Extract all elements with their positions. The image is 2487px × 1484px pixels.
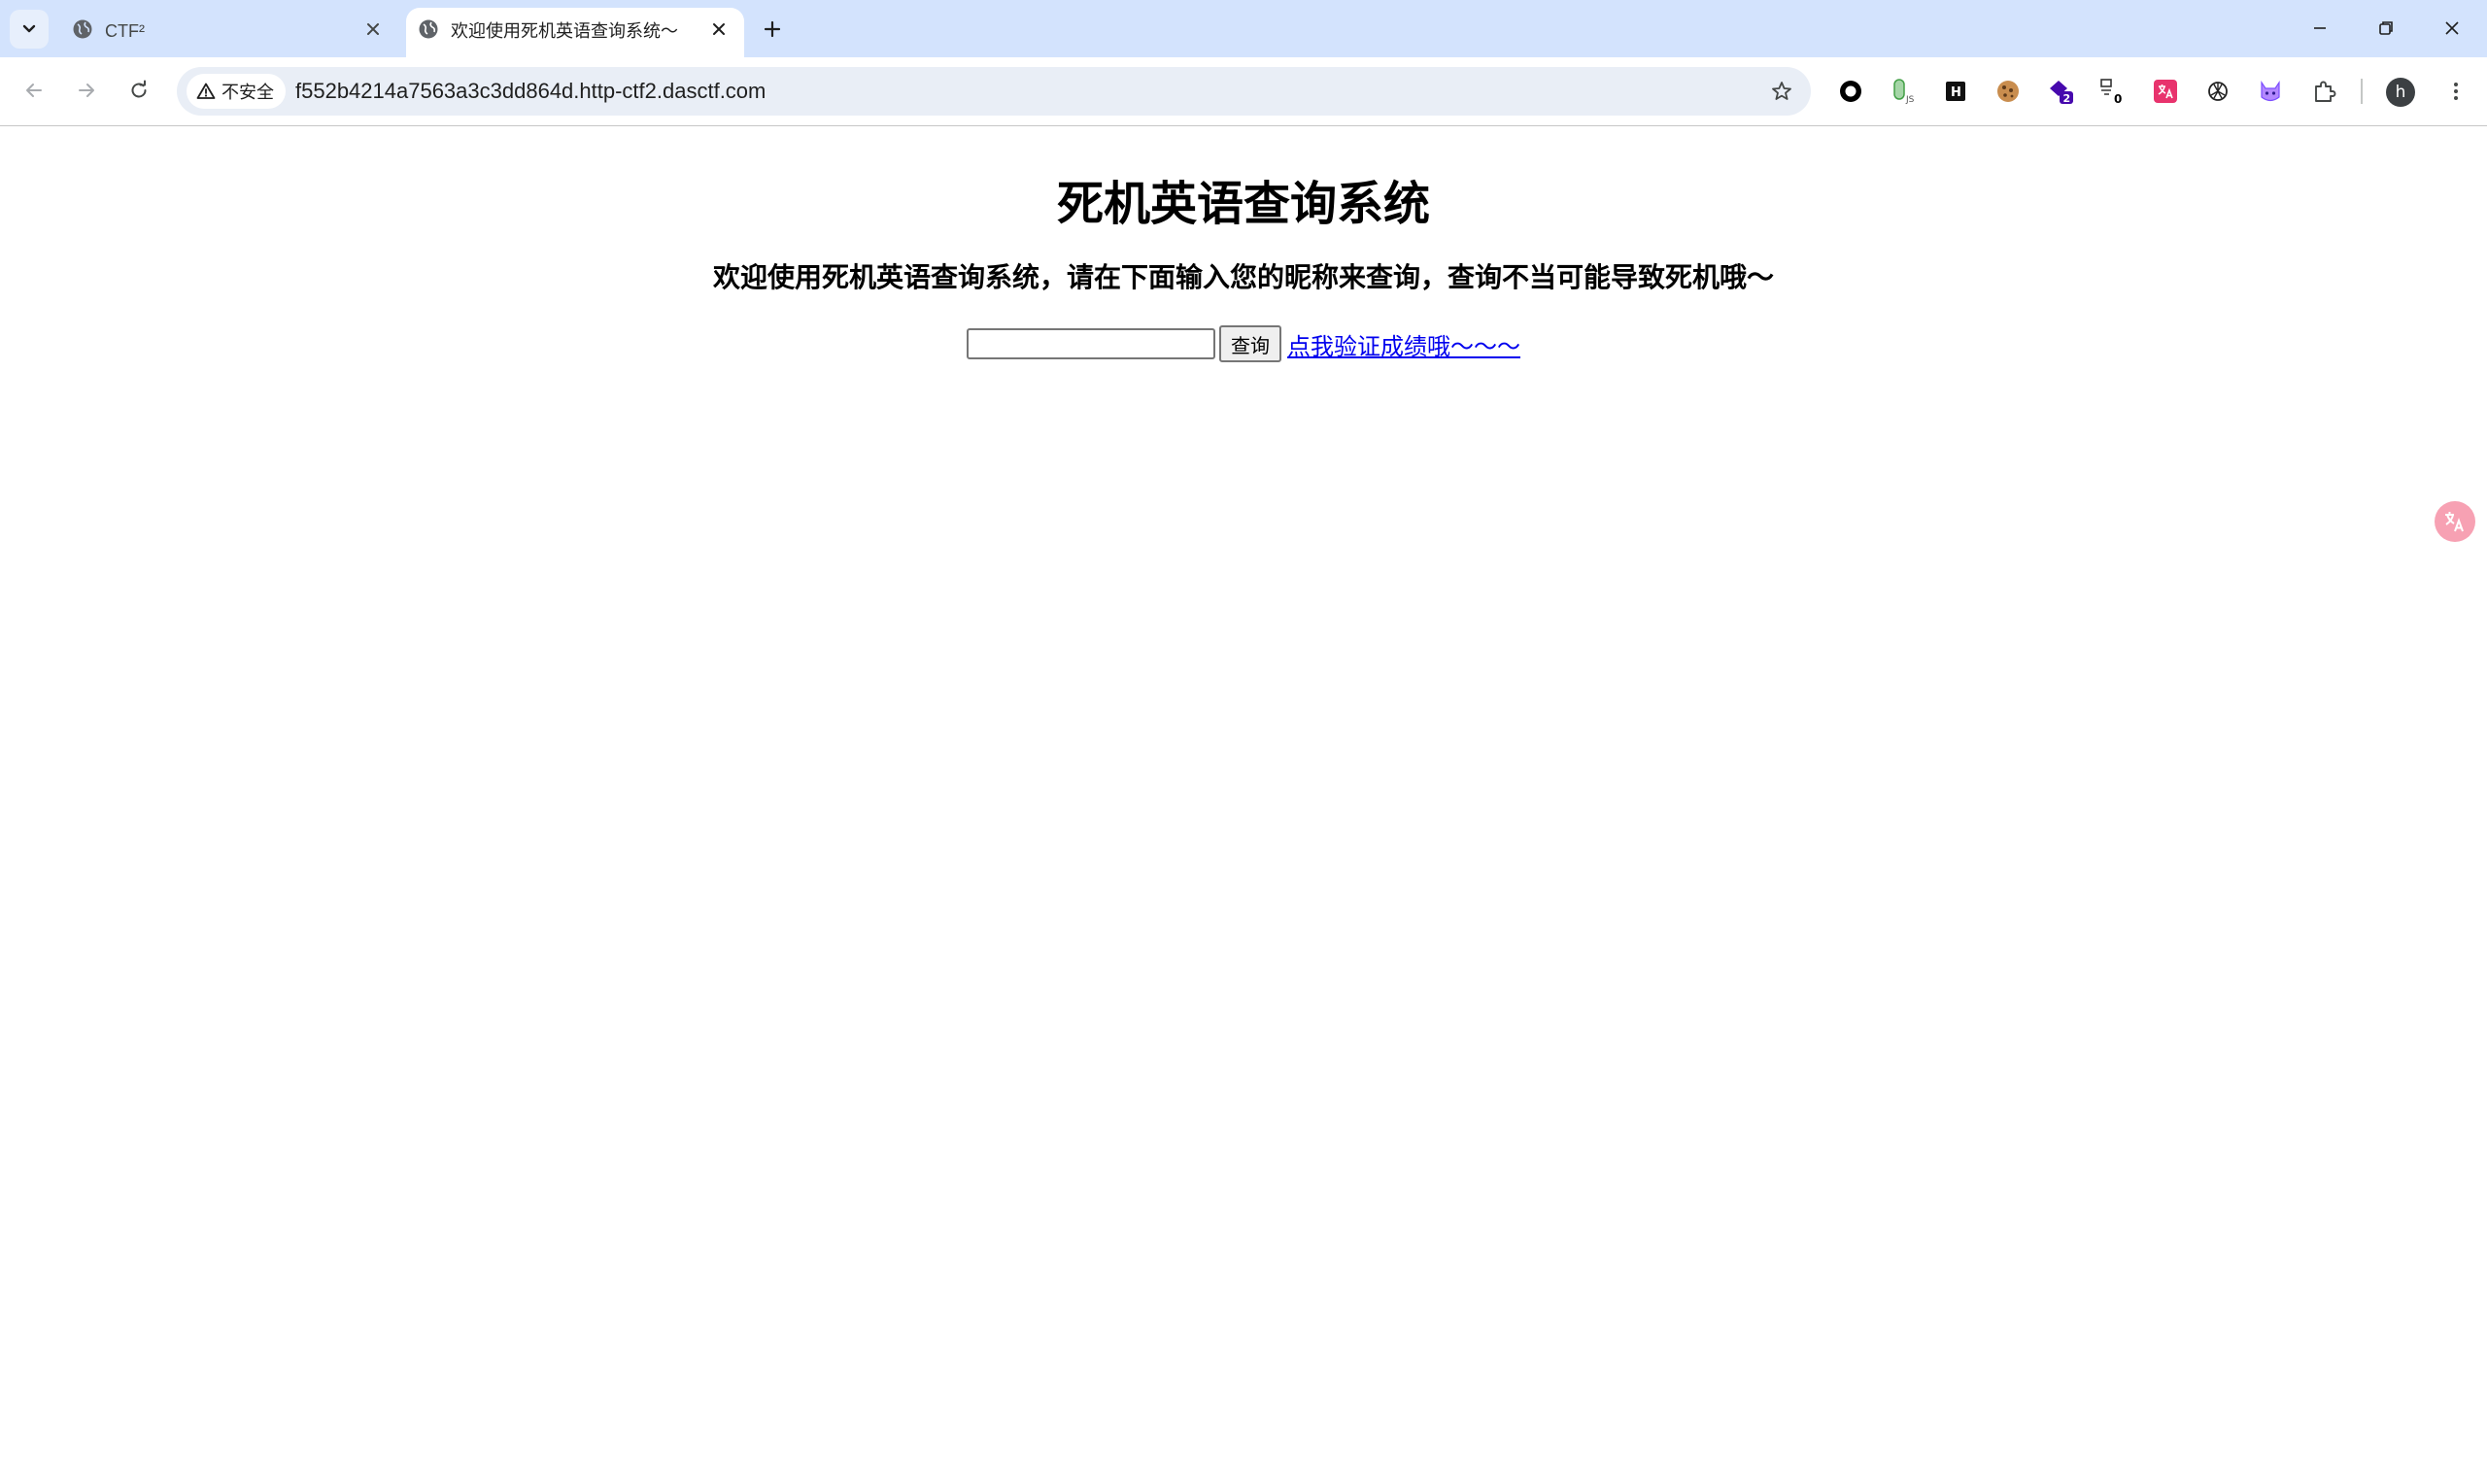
- url-text[interactable]: f552b4214a7563a3c3dd864d.http-ctf2.dasct…: [295, 80, 766, 103]
- query-form: 查询 点我验证成绩哦～～～: [967, 325, 1520, 362]
- reload-button[interactable]: [119, 71, 158, 110]
- translate-icon: [2154, 80, 2177, 103]
- arrow-left-icon: [26, 84, 42, 97]
- close-tab-button[interactable]: [707, 17, 731, 41]
- restore-button[interactable]: [2353, 0, 2419, 56]
- globe-icon: [419, 19, 438, 39]
- back-button[interactable]: [15, 71, 53, 110]
- verify-score-link[interactable]: 点我验证成绩哦～～～: [1287, 327, 1520, 361]
- extension-cookie[interactable]: [1991, 74, 2026, 109]
- close-tab-button[interactable]: [361, 17, 385, 41]
- extension-hackbar[interactable]: H: [1938, 74, 1973, 109]
- extension-cat[interactable]: [2253, 74, 2288, 109]
- openai-icon: [2208, 82, 2228, 101]
- tab-search-button[interactable]: [10, 10, 49, 49]
- extension-nodejs[interactable]: JS: [1886, 74, 1921, 109]
- floating-translate-button[interactable]: [2435, 501, 2475, 542]
- nodejs-icon: JS: [1893, 79, 1915, 105]
- reload-icon: [131, 80, 147, 98]
- extension-record[interactable]: [1833, 74, 1868, 109]
- hackbar-icon: H: [1946, 82, 1965, 101]
- security-label: 不安全: [221, 83, 274, 102]
- puzzle-extensions-icon: [2315, 81, 2336, 102]
- extension-badge: 2: [2063, 92, 2071, 105]
- star-icon: [1772, 82, 1791, 100]
- tab-active[interactable]: 欢迎使用死机英语查询系统～: [406, 8, 744, 57]
- close-window-button[interactable]: [2419, 0, 2485, 56]
- tab-ctf2[interactable]: CTF²: [60, 8, 398, 57]
- more-vertical-icon: [2454, 83, 2458, 100]
- extension-translate[interactable]: [2148, 74, 2183, 109]
- tab-strip: CTF² 欢迎使用死机英语查询系统～: [0, 0, 2487, 57]
- page-title: 死机英语查询系统: [1056, 177, 1430, 231]
- extension-proxy[interactable]: 0: [2095, 74, 2130, 109]
- nickname-input[interactable]: [967, 328, 1215, 359]
- extension-wappalyzer[interactable]: 2: [2043, 74, 2078, 109]
- security-chip[interactable]: 不安全: [187, 74, 286, 109]
- extension-openai[interactable]: [2200, 74, 2235, 109]
- close-icon: [367, 23, 379, 35]
- translate-icon: [2445, 512, 2464, 532]
- arrow-right-icon: [79, 84, 94, 97]
- cat-icon: [2261, 81, 2280, 102]
- profile-avatar[interactable]: h: [2386, 78, 2415, 107]
- extensions-menu-button[interactable]: [2307, 74, 2342, 109]
- cookie-icon: [1997, 81, 2019, 102]
- minimize-button[interactable]: [2287, 0, 2353, 56]
- restore-icon: [2379, 21, 2393, 35]
- close-icon: [2445, 21, 2459, 35]
- globe-icon: [73, 19, 92, 39]
- browser-menu-button[interactable]: [2438, 74, 2473, 109]
- svg-text:H: H: [1951, 85, 1961, 100]
- forward-button[interactable]: [67, 71, 106, 110]
- extension-badge: 0: [2114, 92, 2122, 106]
- toolbar-separator: [2361, 79, 2363, 104]
- minimize-icon: [2314, 27, 2326, 29]
- page-content: 死机英语查询系统 欢迎使用死机英语查询系统，请在下面输入您的昵称来查询，查询不当…: [0, 126, 2487, 1484]
- plus-icon: [764, 20, 781, 38]
- tab-title: 欢迎使用死机英语查询系统～: [451, 21, 678, 41]
- address-bar[interactable]: 不安全 f552b4214a7563a3c3dd864d.http-ctf2.d…: [177, 67, 1811, 116]
- new-tab-button[interactable]: [756, 13, 789, 46]
- wappalyzer-icon: 2: [2050, 81, 2073, 105]
- circle-record-icon: [1840, 81, 1861, 102]
- svg-text:JS: JS: [1905, 95, 1915, 105]
- browser-toolbar: 不安全 f552b4214a7563a3c3dd864d.http-ctf2.d…: [0, 57, 2487, 126]
- page-subtitle: 欢迎使用死机英语查询系统，请在下面输入您的昵称来查询，查询不当可能导致死机哦～: [712, 261, 1774, 293]
- query-button[interactable]: 查询: [1219, 325, 1281, 362]
- bookmark-button[interactable]: [1764, 74, 1799, 109]
- tab-title: CTF²: [105, 21, 145, 41]
- warning-icon: [196, 83, 216, 99]
- proxy-icon: 0: [2100, 79, 2122, 106]
- chevron-down-icon: [22, 24, 36, 33]
- close-icon: [713, 23, 725, 35]
